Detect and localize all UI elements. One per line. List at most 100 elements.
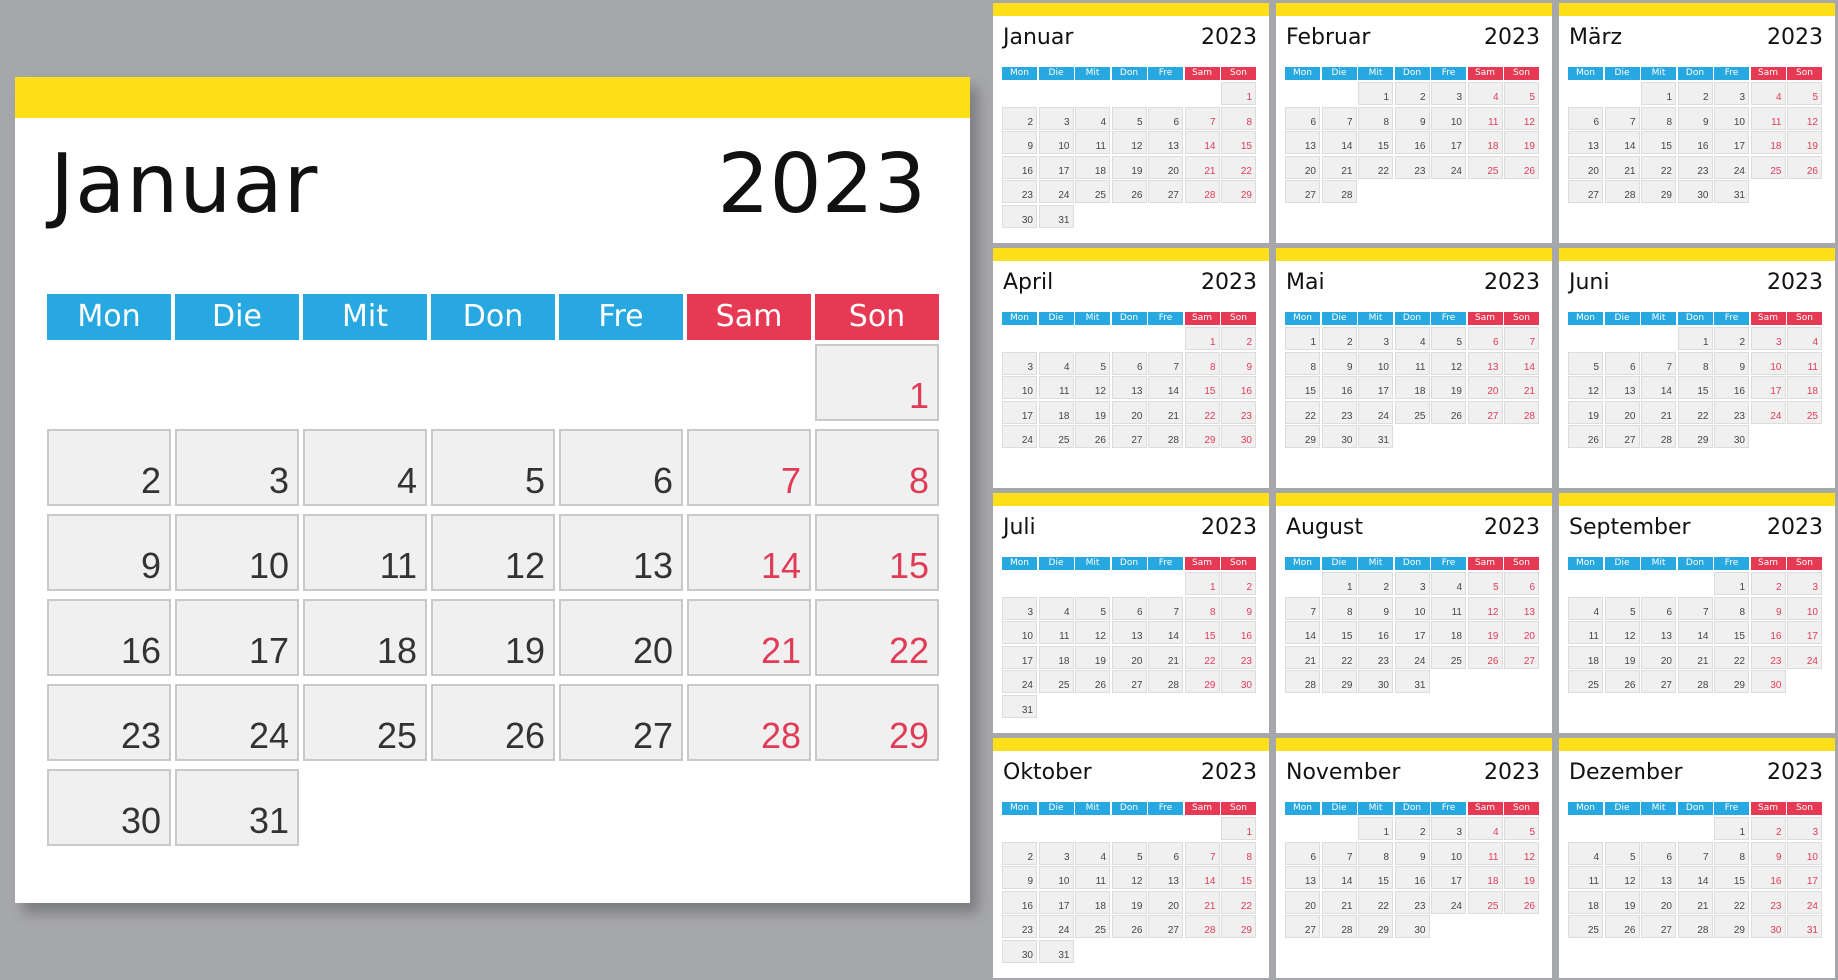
day-cell[interactable]: 17 [175,599,299,676]
day-cell[interactable]: 19 [1431,376,1466,399]
day-cell[interactable]: 5 [1504,82,1539,105]
day-cell[interactable]: 28 [1184,915,1220,938]
day-cell[interactable]: 24 [1750,400,1786,424]
day-cell[interactable]: 11 [1075,866,1110,889]
day-cell[interactable]: 7 [1148,351,1183,375]
day-cell[interactable]: 28 [1677,915,1713,938]
day-cell[interactable]: 13 [1568,131,1603,154]
day-cell[interactable]: 19 [431,599,555,676]
day-cell[interactable]: 12 [1111,131,1147,154]
day-cell[interactable]: 2 [1750,817,1786,840]
day-cell[interactable]: 17 [1002,400,1037,424]
day-cell[interactable]: 28 [1148,670,1183,693]
day-cell[interactable]: 31 [1787,915,1822,938]
day-cell[interactable]: 20 [1568,155,1603,179]
month-card-januar[interactable]: Januar 2023 Mon Die Mit Don Fre Sam Son 1 2 3 4 5 6 7 8 9… [993,3,1269,243]
day-cell[interactable]: 12 [1604,866,1640,889]
day-cell[interactable]: 22 [815,599,939,676]
day-cell[interactable]: 10 [1787,841,1822,865]
day-cell[interactable]: 22 [1221,155,1256,179]
day-cell[interactable]: 27 [1604,425,1640,448]
day-cell[interactable]: 19 [1568,400,1603,424]
day-cell[interactable]: 27 [1641,915,1676,938]
day-cell[interactable]: 9 [1221,351,1256,375]
day-cell[interactable]: 8 [1221,106,1256,130]
day-cell[interactable]: 31 [1714,180,1749,203]
day-cell[interactable]: 30 [1677,180,1713,203]
day-cell[interactable]: 13 [1285,866,1320,889]
day-cell[interactable]: 13 [1641,621,1676,644]
day-cell[interactable]: 14 [1321,866,1357,889]
day-cell[interactable]: 14 [687,514,811,591]
day-cell[interactable]: 23 [1358,645,1393,669]
day-cell[interactable]: 9 [1002,131,1037,154]
day-cell[interactable]: 7 [1321,106,1357,130]
day-cell[interactable]: 23 [1221,645,1256,669]
day-cell[interactable]: 6 [1604,351,1640,375]
day-cell[interactable]: 4 [1568,596,1603,620]
day-cell[interactable]: 17 [1787,621,1822,644]
day-cell[interactable]: 22 [1358,155,1393,179]
day-cell[interactable]: 17 [1431,131,1466,154]
day-cell[interactable]: 20 [1467,376,1503,399]
day-cell[interactable]: 9 [1002,866,1037,889]
day-cell[interactable]: 23 [1002,180,1037,203]
day-cell[interactable]: 23 [1750,645,1786,669]
day-cell[interactable]: 8 [1285,351,1320,375]
day-cell[interactable]: 14 [1148,621,1183,644]
day-cell[interactable]: 24 [1787,645,1822,669]
day-cell[interactable]: 13 [1285,131,1320,154]
day-cell[interactable]: 15 [1358,866,1393,889]
day-cell[interactable]: 20 [1285,155,1320,179]
day-cell[interactable]: 13 [1467,351,1503,375]
day-cell[interactable]: 10 [175,514,299,591]
day-cell[interactable]: 8 [1184,596,1220,620]
day-cell[interactable]: 11 [1467,106,1503,130]
day-cell[interactable]: 22 [1184,645,1220,669]
day-cell[interactable]: 31 [1358,425,1393,448]
day-cell[interactable]: 17 [1394,621,1430,644]
day-cell[interactable]: 22 [1714,890,1749,914]
day-cell[interactable]: 5 [431,429,555,506]
day-cell[interactable]: 25 [1038,425,1074,448]
day-cell[interactable]: 10 [1431,106,1466,130]
day-cell[interactable]: 19 [1111,155,1147,179]
day-cell[interactable]: 6 [1111,596,1147,620]
day-cell[interactable]: 13 [1148,866,1183,889]
day-cell[interactable]: 25 [303,684,427,761]
month-card-juni[interactable]: Juni 2023 Mon Die Mit Don Fre Sam Son 1 2 3 4 5 6 7 8 9 10… [1559,248,1835,488]
day-cell[interactable]: 5 [1431,327,1466,350]
day-cell[interactable]: 29 [1285,425,1320,448]
day-cell[interactable]: 5 [1604,841,1640,865]
day-cell[interactable]: 24 [175,684,299,761]
day-cell[interactable]: 16 [1002,890,1037,914]
day-cell[interactable]: 15 [1221,866,1256,889]
day-cell[interactable]: 3 [1038,841,1074,865]
day-cell[interactable]: 20 [1604,400,1640,424]
day-cell[interactable]: 21 [1604,155,1640,179]
day-cell[interactable]: 2 [1677,82,1713,105]
day-cell[interactable]: 26 [1075,425,1110,448]
day-cell[interactable]: 21 [1148,400,1183,424]
day-cell[interactable]: 16 [1358,621,1393,644]
day-cell[interactable]: 2 [1394,82,1430,105]
day-cell[interactable]: 26 [1504,890,1539,914]
day-cell[interactable]: 5 [1787,82,1822,105]
day-cell[interactable]: 26 [1787,155,1822,179]
day-cell[interactable]: 10 [1714,106,1749,130]
day-cell[interactable]: 14 [1677,866,1713,889]
day-cell[interactable]: 29 [1221,915,1256,938]
day-cell[interactable]: 18 [1431,621,1466,644]
day-cell[interactable]: 8 [1184,351,1220,375]
day-cell[interactable]: 12 [1075,376,1110,399]
day-cell[interactable]: 28 [1641,425,1676,448]
day-cell[interactable]: 30 [1750,915,1786,938]
month-card-juli[interactable]: Juli 2023 Mon Die Mit Don Fre Sam Son 1 2 3 4 5 6 7 8 9 10… [993,493,1269,733]
day-cell[interactable]: 25 [1038,670,1074,693]
day-cell[interactable]: 27 [1285,180,1320,203]
day-cell[interactable]: 30 [1714,425,1749,448]
day-cell[interactable]: 17 [1787,866,1822,889]
day-cell[interactable]: 15 [815,514,939,591]
day-cell[interactable]: 11 [1568,866,1603,889]
day-cell[interactable]: 11 [1394,351,1430,375]
